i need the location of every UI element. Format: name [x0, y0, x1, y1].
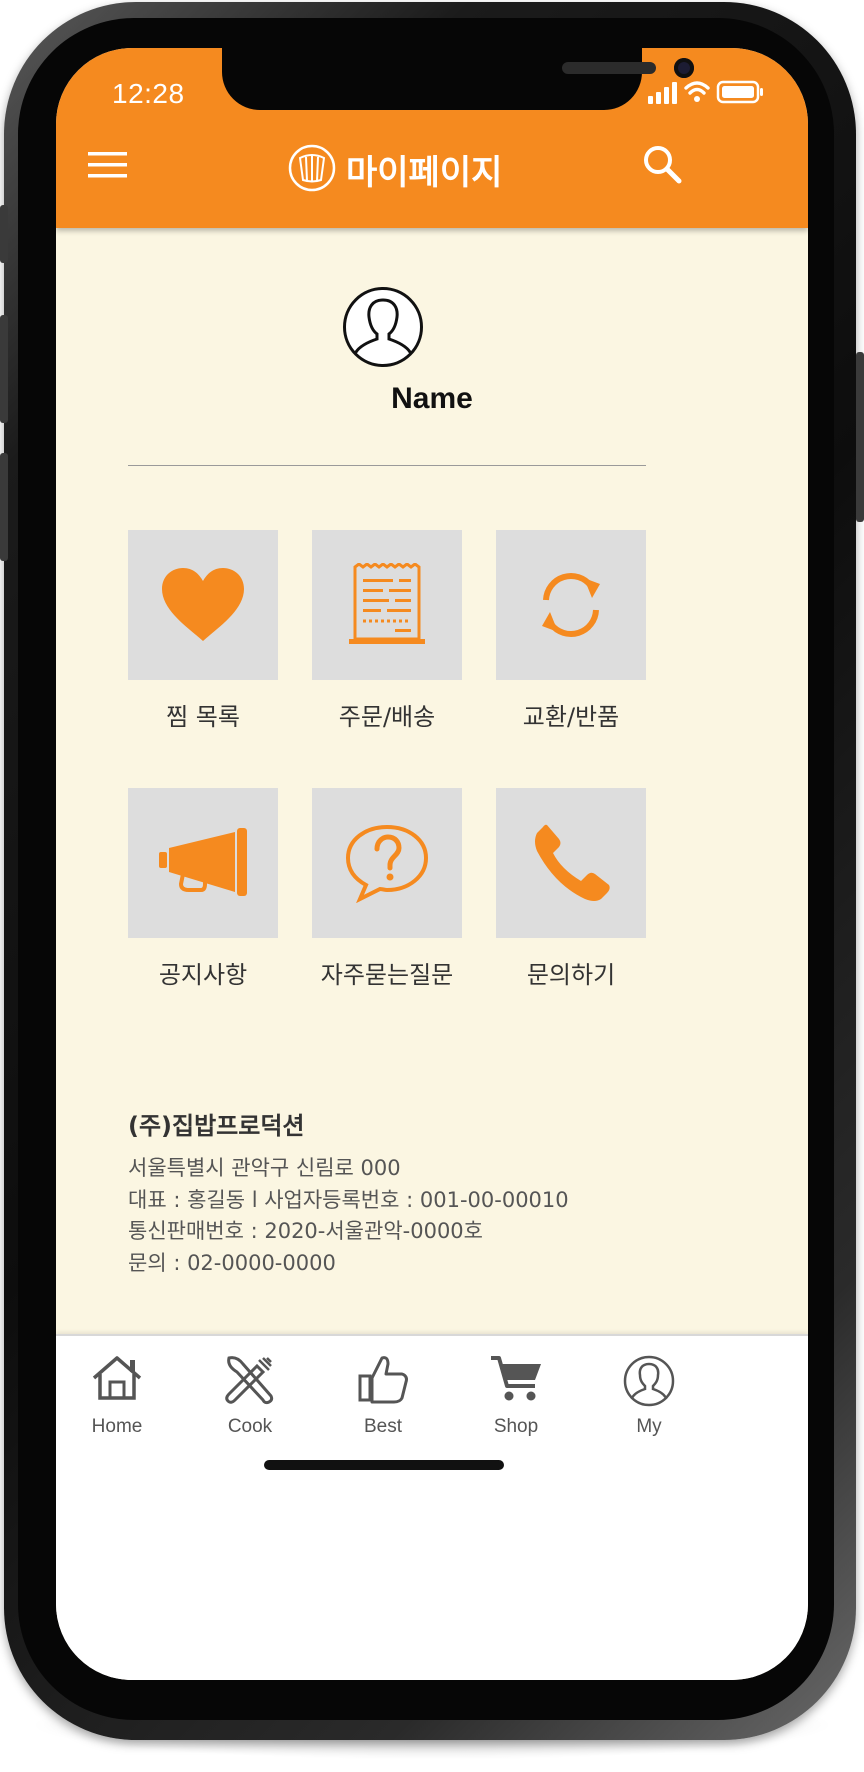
menu-item-label: 문의하기 — [526, 961, 616, 989]
app-logo-icon — [288, 144, 336, 192]
notch — [222, 48, 694, 110]
profile-name: Name — [391, 382, 473, 415]
tab-best[interactable]: Best — [328, 1354, 438, 1437]
tab-cook[interactable]: Cook — [195, 1354, 305, 1437]
tab-shop[interactable]: Shop — [461, 1354, 571, 1437]
cart-icon — [491, 1356, 541, 1401]
hamburger-menu-icon[interactable] — [88, 150, 128, 180]
phone-icon — [535, 824, 610, 901]
power-button — [856, 352, 864, 522]
front-camera — [674, 58, 694, 78]
avatar-icon[interactable] — [342, 286, 424, 368]
company-address: 서울특별시 관악구 신림로 000 — [128, 1156, 401, 1180]
mute-switch — [0, 205, 8, 263]
heart-icon — [162, 568, 244, 641]
tab-home[interactable]: Home — [62, 1354, 172, 1437]
status-icons — [648, 80, 763, 104]
app-header: 12:28 마이페이지 — [56, 48, 808, 228]
notices-tile — [128, 788, 278, 938]
battery-icon — [716, 80, 763, 104]
app-screen: 12:28 마이페이지 Name 찜 목록 주문/배송 교환/반품 공지사항 자… — [56, 48, 808, 1680]
signal-icon — [648, 82, 677, 104]
tab-label: Best — [363, 1416, 403, 1437]
bottom-tab-bar: Home Cook Best Shop My — [56, 1334, 808, 1680]
contact-tile — [496, 788, 646, 938]
tab-label: Cook — [227, 1416, 273, 1437]
volume-down-button — [0, 453, 8, 561]
volume-up-button — [0, 315, 8, 423]
menu-item-orders[interactable]: 주문/배송 — [312, 530, 462, 731]
company-contact: 문의 : 02-0000-0000 — [128, 1251, 336, 1275]
megaphone-icon — [159, 828, 247, 896]
menu-item-wishlist[interactable]: 찜 목록 — [128, 530, 278, 731]
refresh-icon — [542, 573, 600, 637]
status-time: 12:28 — [112, 78, 185, 109]
home-indicator — [264, 1460, 504, 1470]
utensils-icon — [225, 1356, 274, 1405]
wifi-icon — [684, 81, 710, 95]
user-icon — [623, 1355, 675, 1407]
tab-label: Shop — [493, 1416, 539, 1437]
tab-label: Home — [91, 1416, 143, 1437]
company-name: (주)집밥프로덕션 — [128, 1112, 305, 1140]
company-mail-order-number: 통신판매번호 : 2020-서울관악-0000호 — [128, 1219, 483, 1243]
menu-item-notices[interactable]: 공지사항 — [128, 788, 278, 989]
thumbs-up-icon — [358, 1356, 408, 1404]
question-bubble-icon — [345, 824, 429, 903]
menu-item-faq[interactable]: 자주묻는질문 — [312, 788, 462, 989]
company-ceo-registration: 대표 : 홍길동 l 사업자등록번호 : 001-00-00010 — [128, 1188, 569, 1212]
wishlist-tile — [128, 530, 278, 680]
speaker-grille — [562, 62, 656, 74]
orders-tile — [312, 530, 462, 680]
page-title: 마이페이지 — [346, 153, 503, 193]
tab-my[interactable]: My — [594, 1354, 704, 1437]
receipt-icon — [349, 563, 425, 644]
menu-item-returns[interactable]: 교환/반품 — [496, 530, 646, 731]
home-icon — [92, 1356, 142, 1400]
menu-item-contact[interactable]: 문의하기 — [496, 788, 646, 989]
tab-label: My — [636, 1416, 662, 1437]
search-icon[interactable] — [642, 144, 684, 186]
profile-divider — [128, 465, 646, 466]
returns-tile — [496, 530, 646, 680]
menu-item-label: 교환/반품 — [522, 703, 620, 731]
faq-tile — [312, 788, 462, 938]
